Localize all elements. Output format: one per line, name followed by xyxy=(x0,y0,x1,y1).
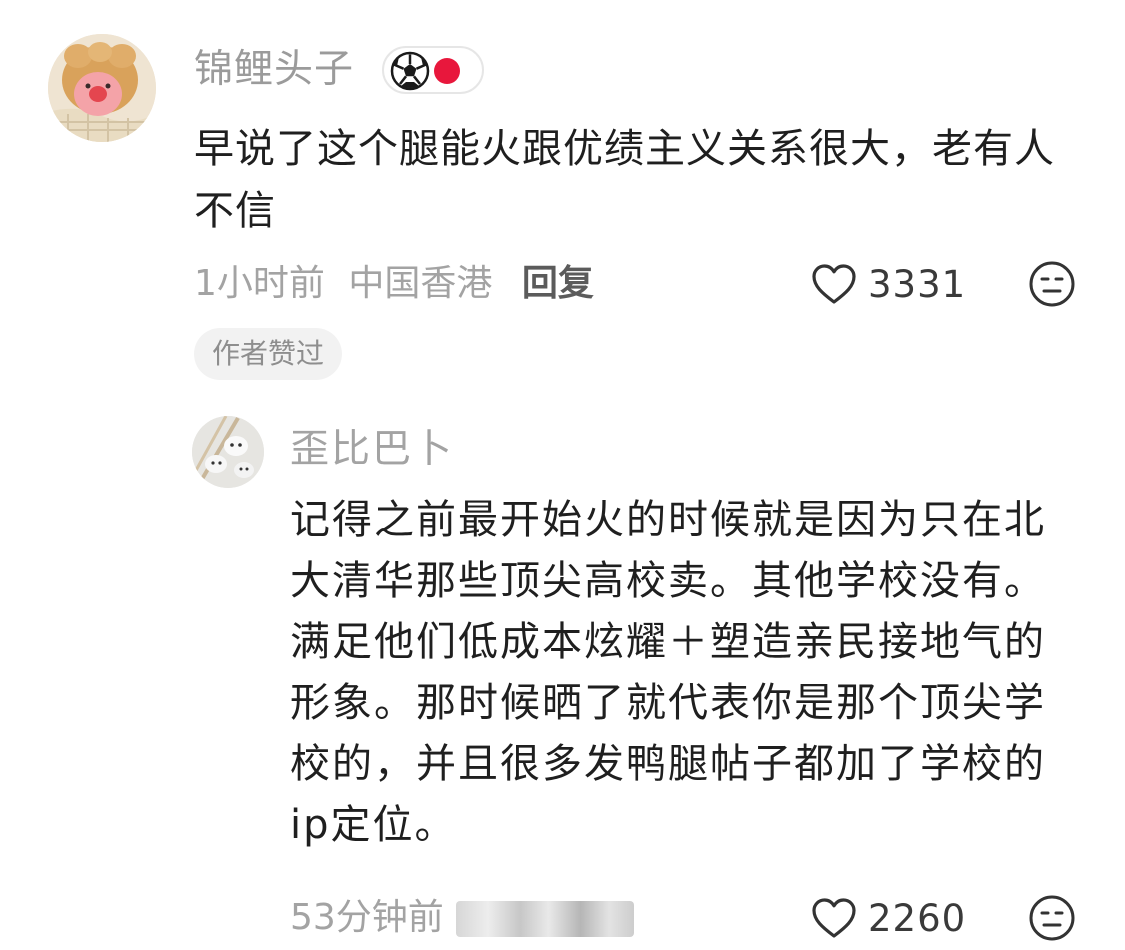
comment-location: 中国香港 xyxy=(348,263,493,304)
reply-like-count: 2260 xyxy=(868,896,967,940)
dislike-face-icon[interactable] xyxy=(1028,894,1076,942)
reply-text-line: 校的，并且很多发鸭腿帖子都加了学校的 xyxy=(290,741,1046,787)
reply-text-line: 形象。那时候晒了就代表你是那个顶尖学 xyxy=(290,680,1046,726)
reply-time: 53分钟前 xyxy=(290,897,444,938)
comment-meta: 1小时前 中国香港 回复 xyxy=(194,258,594,310)
like-button[interactable]: 3331 xyxy=(810,258,966,310)
soccer-ball-icon xyxy=(390,51,430,91)
avatar[interactable] xyxy=(48,34,156,142)
author-liked-badge: 作者赞过 xyxy=(194,328,343,380)
user-badge[interactable] xyxy=(382,46,484,94)
like-count: 3331 xyxy=(868,262,967,306)
dislike-face-icon[interactable] xyxy=(1028,260,1076,308)
heart-icon xyxy=(812,264,856,304)
username[interactable]: 锦鲤头子 xyxy=(194,44,354,96)
reply-meta: 53分钟前 xyxy=(290,892,634,944)
reply-like-button[interactable]: 2260 xyxy=(810,892,966,944)
heart-icon xyxy=(812,898,856,938)
reply-text-line: 记得之前最开始火的时候就是因为只在北 xyxy=(290,497,1046,543)
comment-text: 早说了这个腿能火跟优绩主义关系很大，老有人不信 xyxy=(194,126,1055,234)
comment-time: 1小时前 xyxy=(194,263,325,304)
reply-text-line: ip定位。 xyxy=(290,802,457,848)
blurred-region xyxy=(455,901,634,937)
reply-text: 记得之前最开始火的时候就是因为只在北 大清华那些顶尖高校卖。其他学校没有。 满足… xyxy=(290,490,1080,856)
reply-button[interactable]: 回复 xyxy=(522,263,594,304)
red-dot-icon xyxy=(434,58,460,84)
reply-avatar[interactable] xyxy=(192,416,264,488)
reply-text-line: 满足他们低成本炫耀＋塑造亲民接地气的 xyxy=(290,619,1046,665)
reply-text-line: 大清华那些顶尖高校卖。其他学校没有。 xyxy=(290,558,1046,604)
reply-username[interactable]: 歪比巴卜 xyxy=(290,424,454,476)
